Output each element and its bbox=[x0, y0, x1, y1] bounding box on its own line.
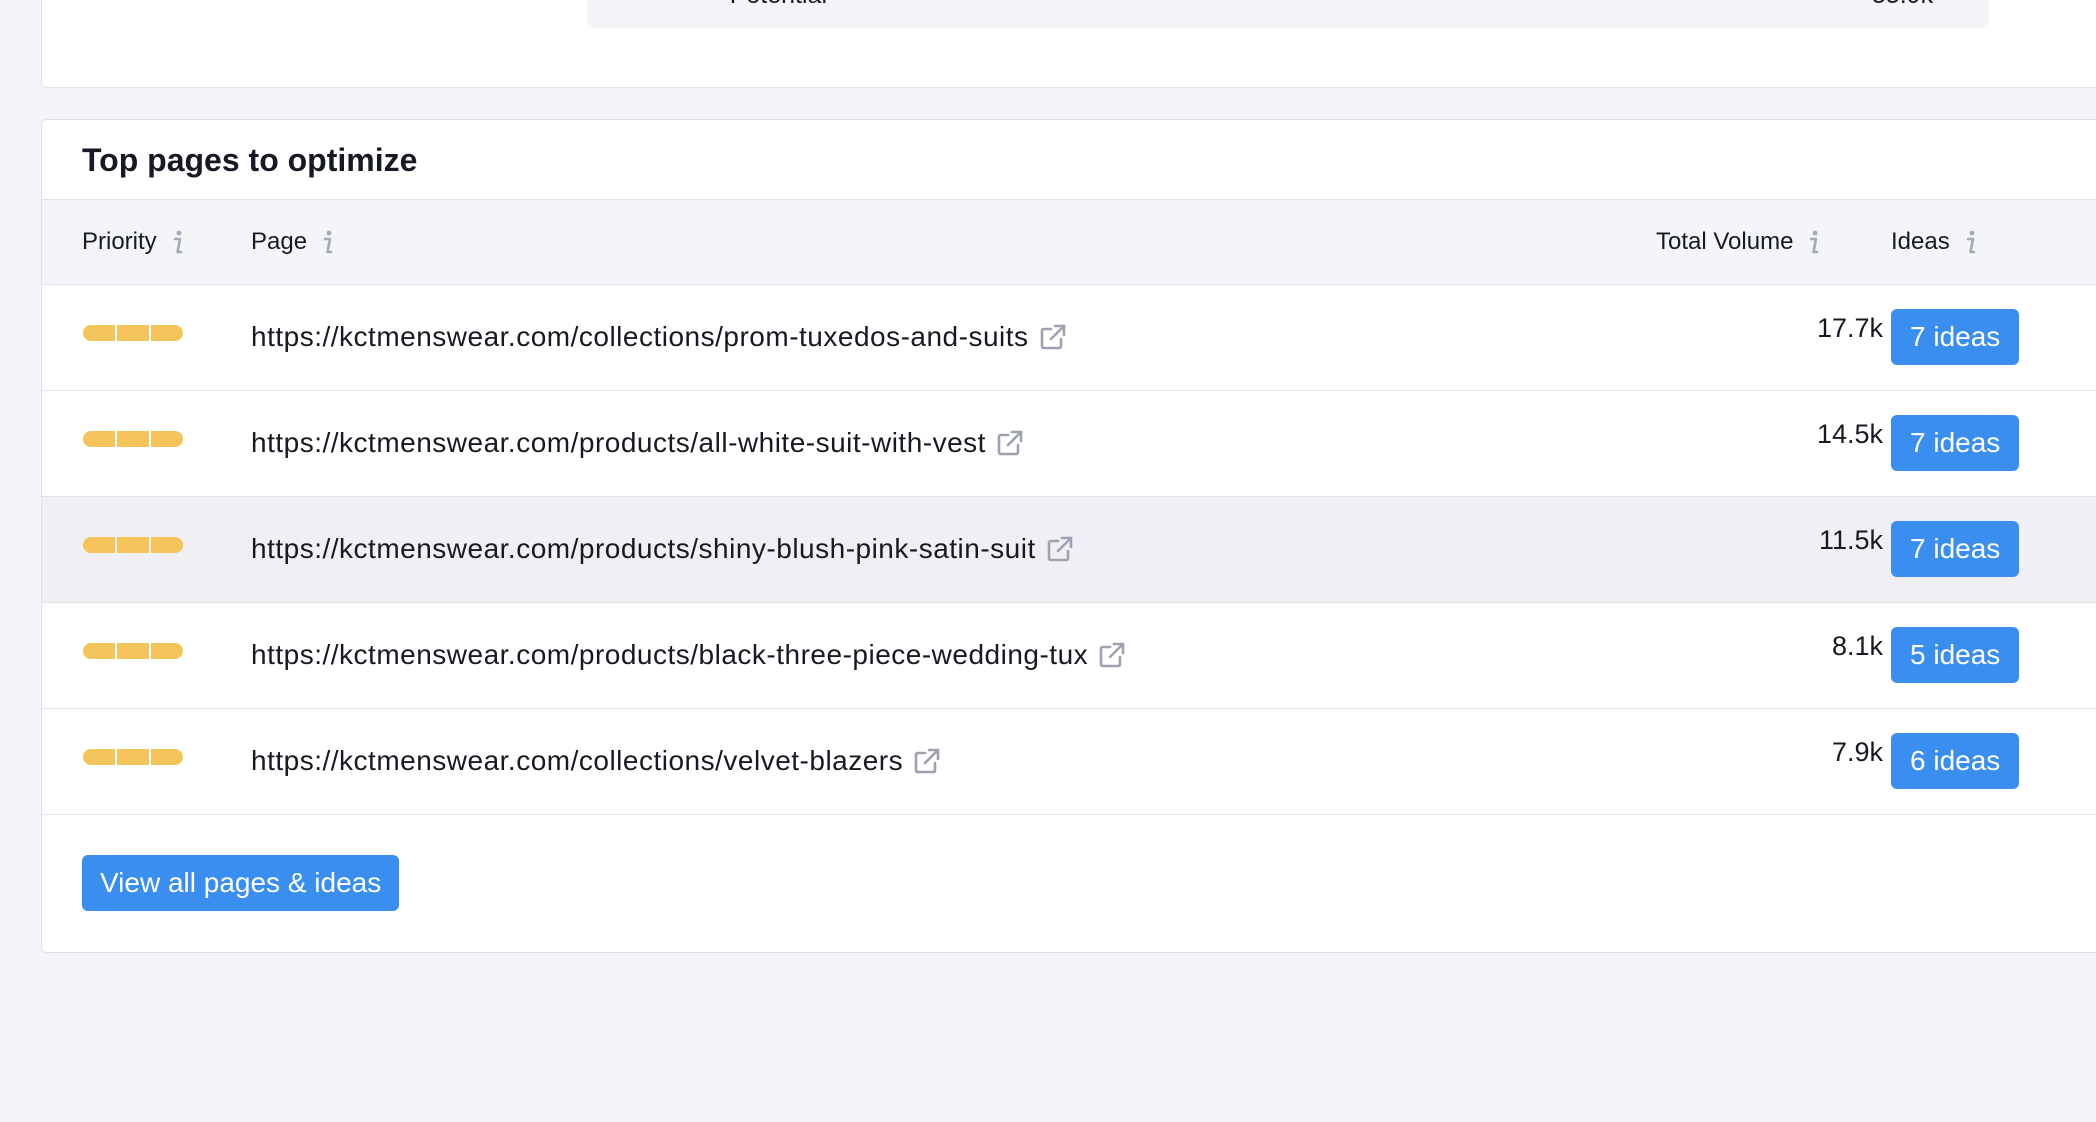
column-header-priority[interactable]: Priority bbox=[82, 200, 185, 284]
priority-segment bbox=[117, 537, 149, 553]
external-link-icon[interactable] bbox=[996, 429, 1024, 457]
priority-indicator bbox=[83, 749, 183, 765]
priority-indicator bbox=[83, 537, 183, 553]
info-icon[interactable] bbox=[171, 229, 185, 255]
priority-segment bbox=[83, 537, 115, 553]
card-title: Top pages to optimize bbox=[82, 142, 418, 178]
priority-segment bbox=[151, 325, 183, 341]
priority-segment bbox=[117, 431, 149, 447]
priority-indicator bbox=[83, 431, 183, 447]
priority-segment bbox=[83, 325, 115, 341]
table-row: https://kctmenswear.com/collections/prom… bbox=[42, 285, 2096, 391]
page-cell: https://kctmenswear.com/collections/velv… bbox=[251, 709, 941, 813]
priority-segment bbox=[117, 325, 149, 341]
page-url-link[interactable]: https://kctmenswear.com/products/black-t… bbox=[251, 639, 1088, 671]
ideas-button[interactable]: 5 ideas bbox=[1891, 627, 2020, 683]
priority-segment bbox=[117, 749, 149, 765]
priority-segment bbox=[151, 431, 183, 447]
total-volume-value: 8.1k bbox=[1831, 631, 1883, 661]
column-header-priority-label: Priority bbox=[82, 228, 157, 255]
priority-indicator bbox=[83, 325, 183, 341]
page-cell: https://kctmenswear.com/products/black-t… bbox=[251, 603, 1126, 707]
ideas-button[interactable]: 7 ideas bbox=[1891, 309, 2020, 365]
top-pages-card: Top pages to optimize Priority Page Tota… bbox=[41, 119, 2096, 953]
total-volume-value: 11.5k bbox=[1818, 525, 1883, 555]
column-header-page[interactable]: Page bbox=[251, 200, 335, 284]
column-header-ideas-label: Ideas bbox=[1891, 228, 1950, 255]
priority-indicator bbox=[83, 643, 183, 659]
table-row: https://kctmenswear.com/products/all-whi… bbox=[42, 391, 2096, 497]
column-header-total-volume[interactable]: Total Volume bbox=[1656, 200, 1821, 284]
page-url-link[interactable]: https://kctmenswear.com/collections/velv… bbox=[251, 745, 903, 777]
ideas-button[interactable]: 7 ideas bbox=[1891, 415, 2020, 471]
total-volume-value: 14.5k bbox=[1816, 419, 1883, 449]
info-icon[interactable] bbox=[1807, 229, 1821, 255]
priority-segment bbox=[151, 537, 183, 553]
column-header-ideas[interactable]: Ideas bbox=[1891, 200, 1978, 284]
ideas-button[interactable]: 7 ideas bbox=[1891, 521, 2020, 577]
table-row: https://kctmenswear.com/products/shiny-b… bbox=[42, 497, 2096, 603]
page-cell: https://kctmenswear.com/products/all-whi… bbox=[251, 391, 1024, 495]
priority-segment bbox=[83, 749, 115, 765]
external-link-icon[interactable] bbox=[1098, 641, 1126, 669]
table-header: Priority Page Total Volume Ideas bbox=[42, 199, 2096, 285]
table-row: https://kctmenswear.com/products/black-t… bbox=[42, 603, 2096, 709]
page-cell: https://kctmenswear.com/products/shiny-b… bbox=[251, 497, 1074, 601]
table-row: https://kctmenswear.com/collections/velv… bbox=[42, 709, 2096, 815]
external-link-icon[interactable] bbox=[1046, 535, 1074, 563]
priority-segment bbox=[83, 643, 115, 659]
page-cell: https://kctmenswear.com/collections/prom… bbox=[251, 285, 1067, 389]
page-url-link[interactable]: https://kctmenswear.com/products/shiny-b… bbox=[251, 533, 1036, 565]
priority-segment bbox=[117, 643, 149, 659]
external-link-icon[interactable] bbox=[1039, 323, 1067, 351]
info-icon[interactable] bbox=[321, 229, 335, 255]
priority-segment bbox=[151, 749, 183, 765]
priority-segment bbox=[83, 431, 115, 447]
view-all-pages-button[interactable]: View all pages & ideas bbox=[82, 855, 400, 911]
external-link-icon[interactable] bbox=[913, 747, 941, 775]
page-url-link[interactable]: https://kctmenswear.com/collections/prom… bbox=[251, 321, 1029, 353]
potential-label: Potential bbox=[730, 0, 827, 10]
potential-value: 55.9k bbox=[1872, 0, 1933, 10]
page-url-link[interactable]: https://kctmenswear.com/products/all-whi… bbox=[251, 427, 986, 459]
info-icon[interactable] bbox=[1964, 229, 1978, 255]
total-volume-value: 17.7k bbox=[1816, 313, 1883, 343]
priority-segment bbox=[151, 643, 183, 659]
potential-panel: Potential 55.9k bbox=[587, 0, 1989, 28]
potential-card: Potential 55.9k bbox=[41, 0, 2096, 88]
total-volume-value: 7.9k bbox=[1831, 737, 1883, 767]
ideas-button[interactable]: 6 ideas bbox=[1891, 733, 2020, 789]
column-header-total-volume-label: Total Volume bbox=[1656, 228, 1794, 255]
column-header-page-label: Page bbox=[251, 228, 308, 255]
